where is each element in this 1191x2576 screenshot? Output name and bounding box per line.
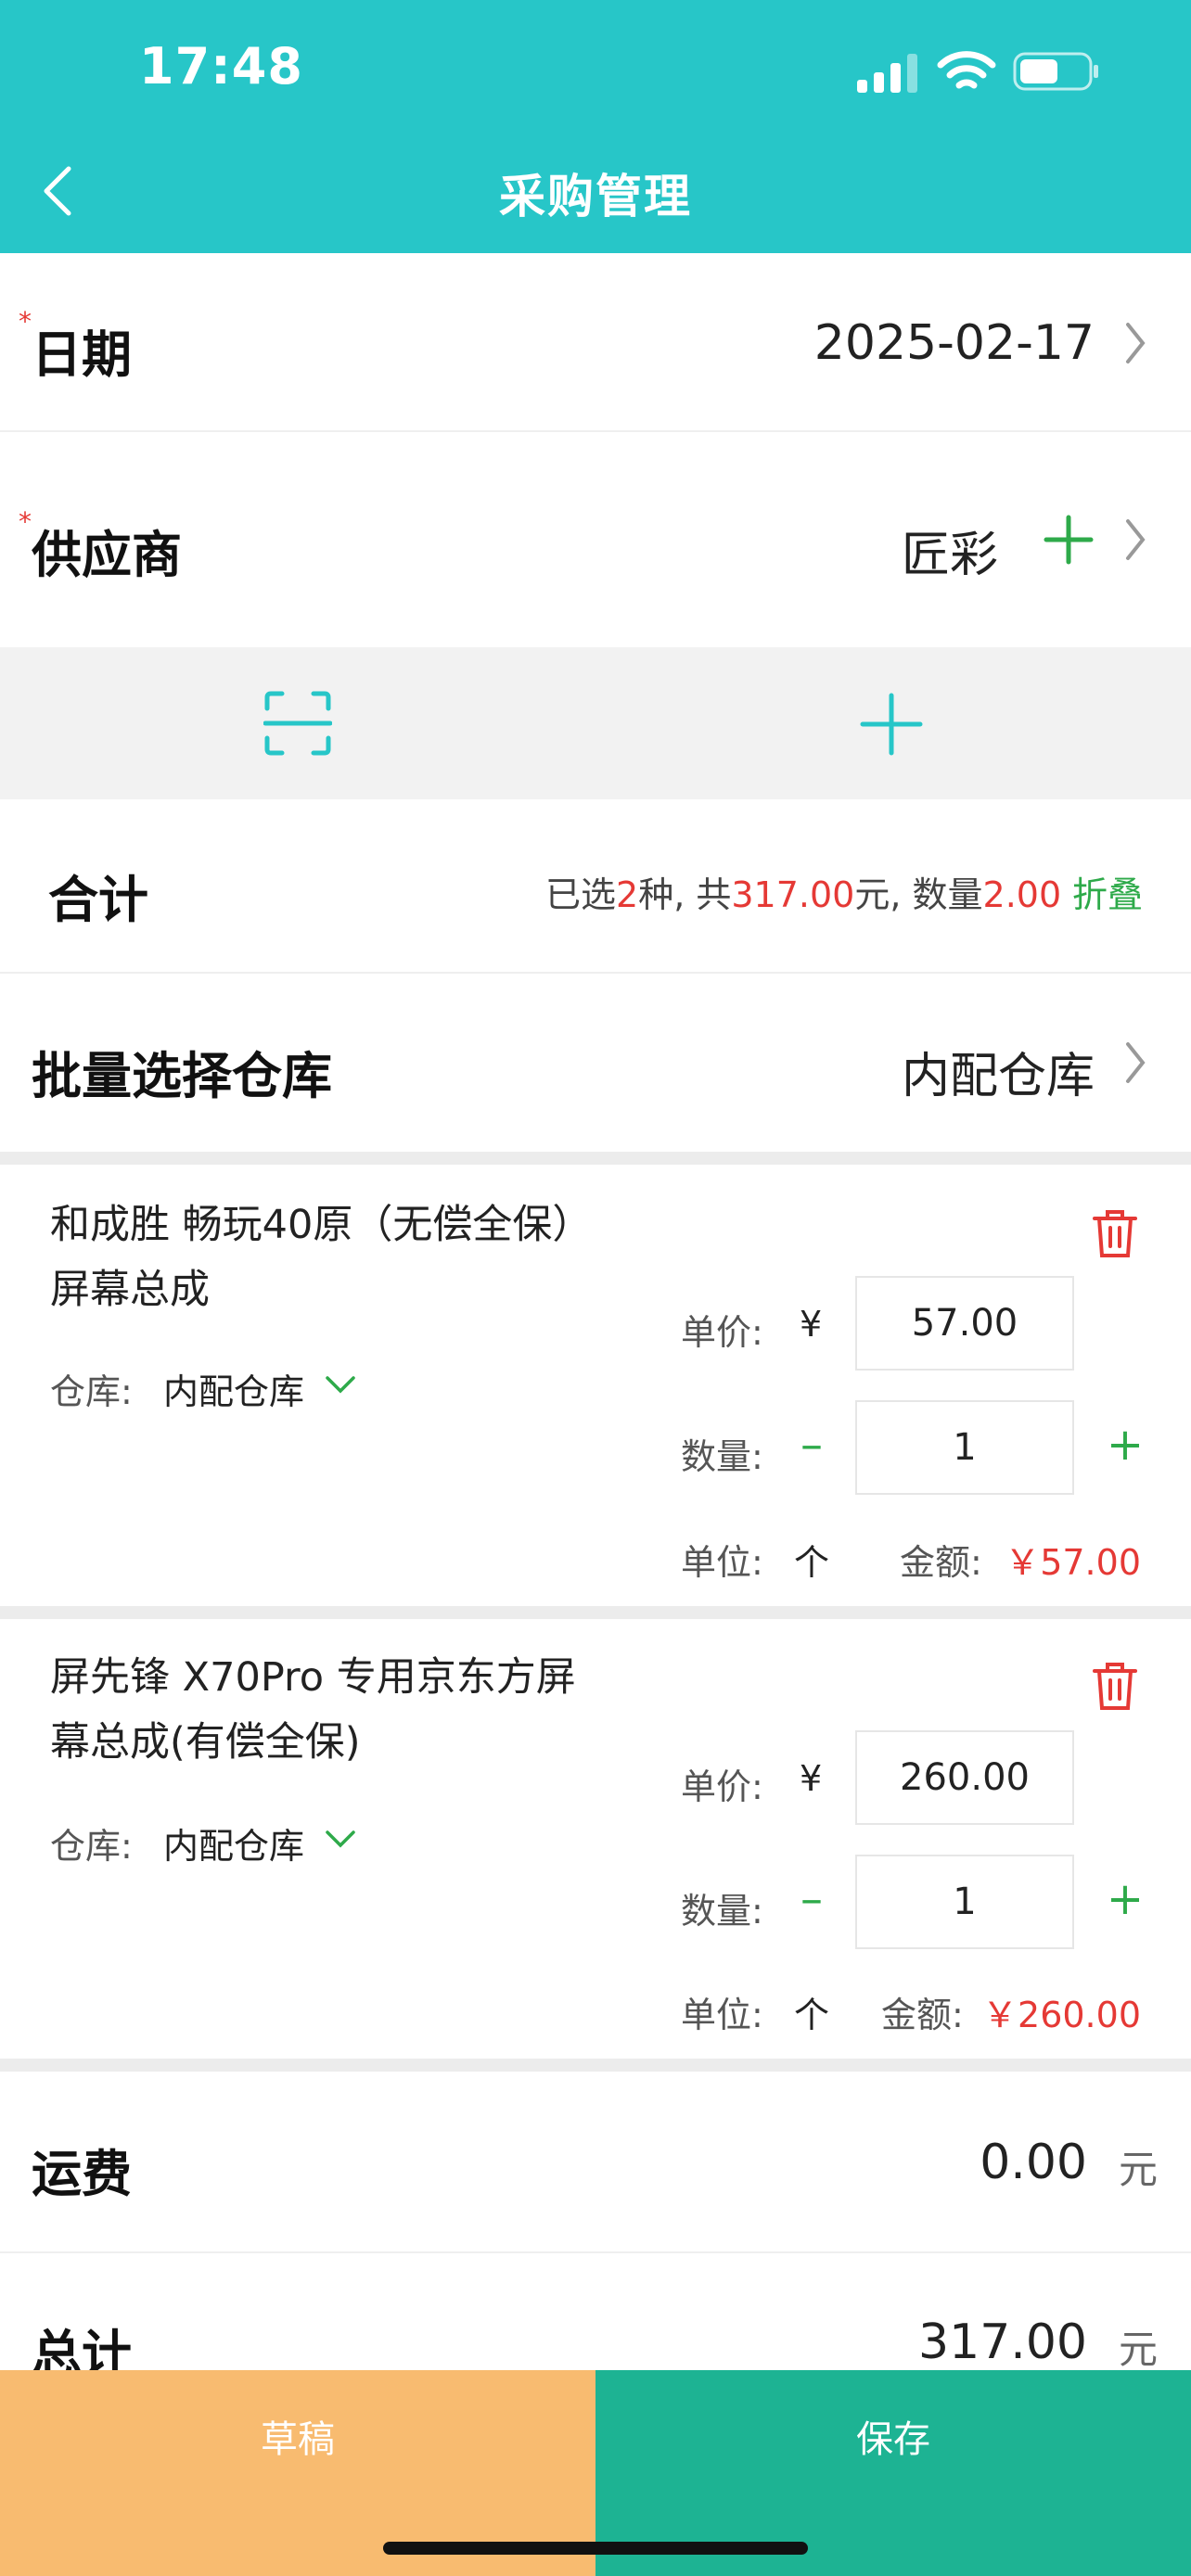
batch-warehouse-value[interactable]: 内配仓库 bbox=[816, 1037, 1095, 1106]
required-mark: * bbox=[19, 306, 32, 337]
amount-label: 金额: bbox=[900, 1542, 982, 1583]
item-name: 屏先锋 X70Pro 专用京东方屏幕总成(有偿全保) bbox=[50, 1654, 576, 1766]
price-input[interactable]: 260.00 bbox=[855, 1730, 1074, 1825]
summary-kinds: 2 bbox=[616, 874, 639, 915]
summary-kinds-suffix: 种, 共 bbox=[638, 874, 732, 915]
increase-button[interactable]: + bbox=[1102, 1419, 1148, 1471]
item-name: 和成胜 畅玩40原（无偿全保）屏幕总成 bbox=[50, 1202, 572, 1313]
unit-label: 单位: bbox=[681, 1542, 763, 1583]
freight-input[interactable]: 0.00 bbox=[835, 2135, 1087, 2190]
warehouse-value[interactable]: 内配仓库 bbox=[163, 1817, 304, 1868]
warehouse-label: 仓库: bbox=[50, 1826, 133, 1867]
scan-icon[interactable] bbox=[263, 690, 332, 757]
currency-symbol: ¥ bbox=[800, 1758, 823, 1799]
chevron-down-icon[interactable] bbox=[325, 1829, 356, 1849]
supplier-label: 供应商 bbox=[32, 526, 182, 584]
unit-value: 个 bbox=[794, 1542, 830, 1583]
grand-total-value: 317.00 bbox=[918, 2315, 1087, 2370]
home-indicator bbox=[383, 2542, 808, 2555]
required-mark: * bbox=[19, 506, 32, 537]
battery-icon bbox=[1013, 52, 1098, 91]
decrease-button[interactable]: – bbox=[788, 1873, 835, 1925]
price-input[interactable]: 57.00 bbox=[855, 1276, 1074, 1371]
section-divider bbox=[0, 1152, 1191, 1165]
action-band bbox=[0, 647, 1191, 799]
page-title: 采购管理 bbox=[499, 170, 692, 223]
amount-label: 金额: bbox=[881, 1995, 964, 2035]
section-divider bbox=[0, 1606, 1191, 1619]
status-time: 17:48 bbox=[139, 37, 303, 96]
date-value[interactable]: 2025-02-17 bbox=[761, 315, 1095, 371]
cellular-signal-icon bbox=[857, 54, 917, 93]
wifi-icon bbox=[937, 51, 996, 89]
grand-total-unit: 元 bbox=[1119, 2327, 1159, 2372]
freight-unit: 元 bbox=[1119, 2147, 1159, 2192]
batch-warehouse-label: 批量选择仓库 bbox=[32, 1047, 332, 1105]
price-label: 单价: bbox=[681, 1766, 763, 1807]
unit-value: 个 bbox=[794, 1995, 830, 2035]
delete-icon[interactable] bbox=[1091, 1660, 1139, 1712]
chevron-right-icon bbox=[1126, 519, 1146, 560]
summary-total-suffix: 元, 数量 bbox=[854, 874, 983, 915]
increase-button[interactable]: + bbox=[1102, 1873, 1148, 1925]
purchase-management-screen: { "status_bar": {"time": "17:48"}, "nav"… bbox=[0, 0, 1191, 2576]
chevron-right-icon bbox=[1126, 323, 1146, 363]
warehouse-value[interactable]: 内配仓库 bbox=[163, 1363, 304, 1414]
unit-label: 单位: bbox=[681, 1995, 763, 2035]
price-label: 单价: bbox=[681, 1312, 763, 1353]
add-product-icon[interactable] bbox=[859, 692, 924, 757]
fold-button[interactable]: 折叠 bbox=[1072, 866, 1143, 917]
qty-label: 数量: bbox=[681, 1436, 763, 1477]
decrease-button[interactable]: – bbox=[788, 1419, 835, 1471]
section-divider bbox=[0, 2059, 1191, 2072]
date-label: 日期 bbox=[32, 325, 132, 384]
supplier-value[interactable]: 匠彩 bbox=[816, 516, 998, 585]
amount-value: ￥57.00 bbox=[1005, 1542, 1141, 1583]
amount-value: ￥260.00 bbox=[982, 1995, 1141, 2035]
delete-icon[interactable] bbox=[1091, 1207, 1139, 1259]
summary-total: 317.00 bbox=[731, 874, 855, 915]
freight-label: 运费 bbox=[32, 2145, 132, 2203]
warehouse-label: 仓库: bbox=[50, 1371, 133, 1412]
currency-symbol: ¥ bbox=[800, 1304, 823, 1345]
summary-text: 已选2种, 共317.00元, 数量2.00 bbox=[545, 866, 1061, 917]
summary-label: 合计 bbox=[48, 871, 148, 929]
qty-input[interactable]: 1 bbox=[855, 1855, 1074, 1949]
chevron-down-icon[interactable] bbox=[325, 1374, 356, 1395]
add-supplier-icon[interactable] bbox=[1043, 514, 1095, 566]
chevron-right-icon bbox=[1126, 1042, 1146, 1083]
summary-prefix: 已选 bbox=[545, 874, 617, 915]
summary-qty: 2.00 bbox=[982, 874, 1062, 915]
qty-input[interactable]: 1 bbox=[855, 1400, 1074, 1495]
qty-label: 数量: bbox=[681, 1891, 763, 1932]
